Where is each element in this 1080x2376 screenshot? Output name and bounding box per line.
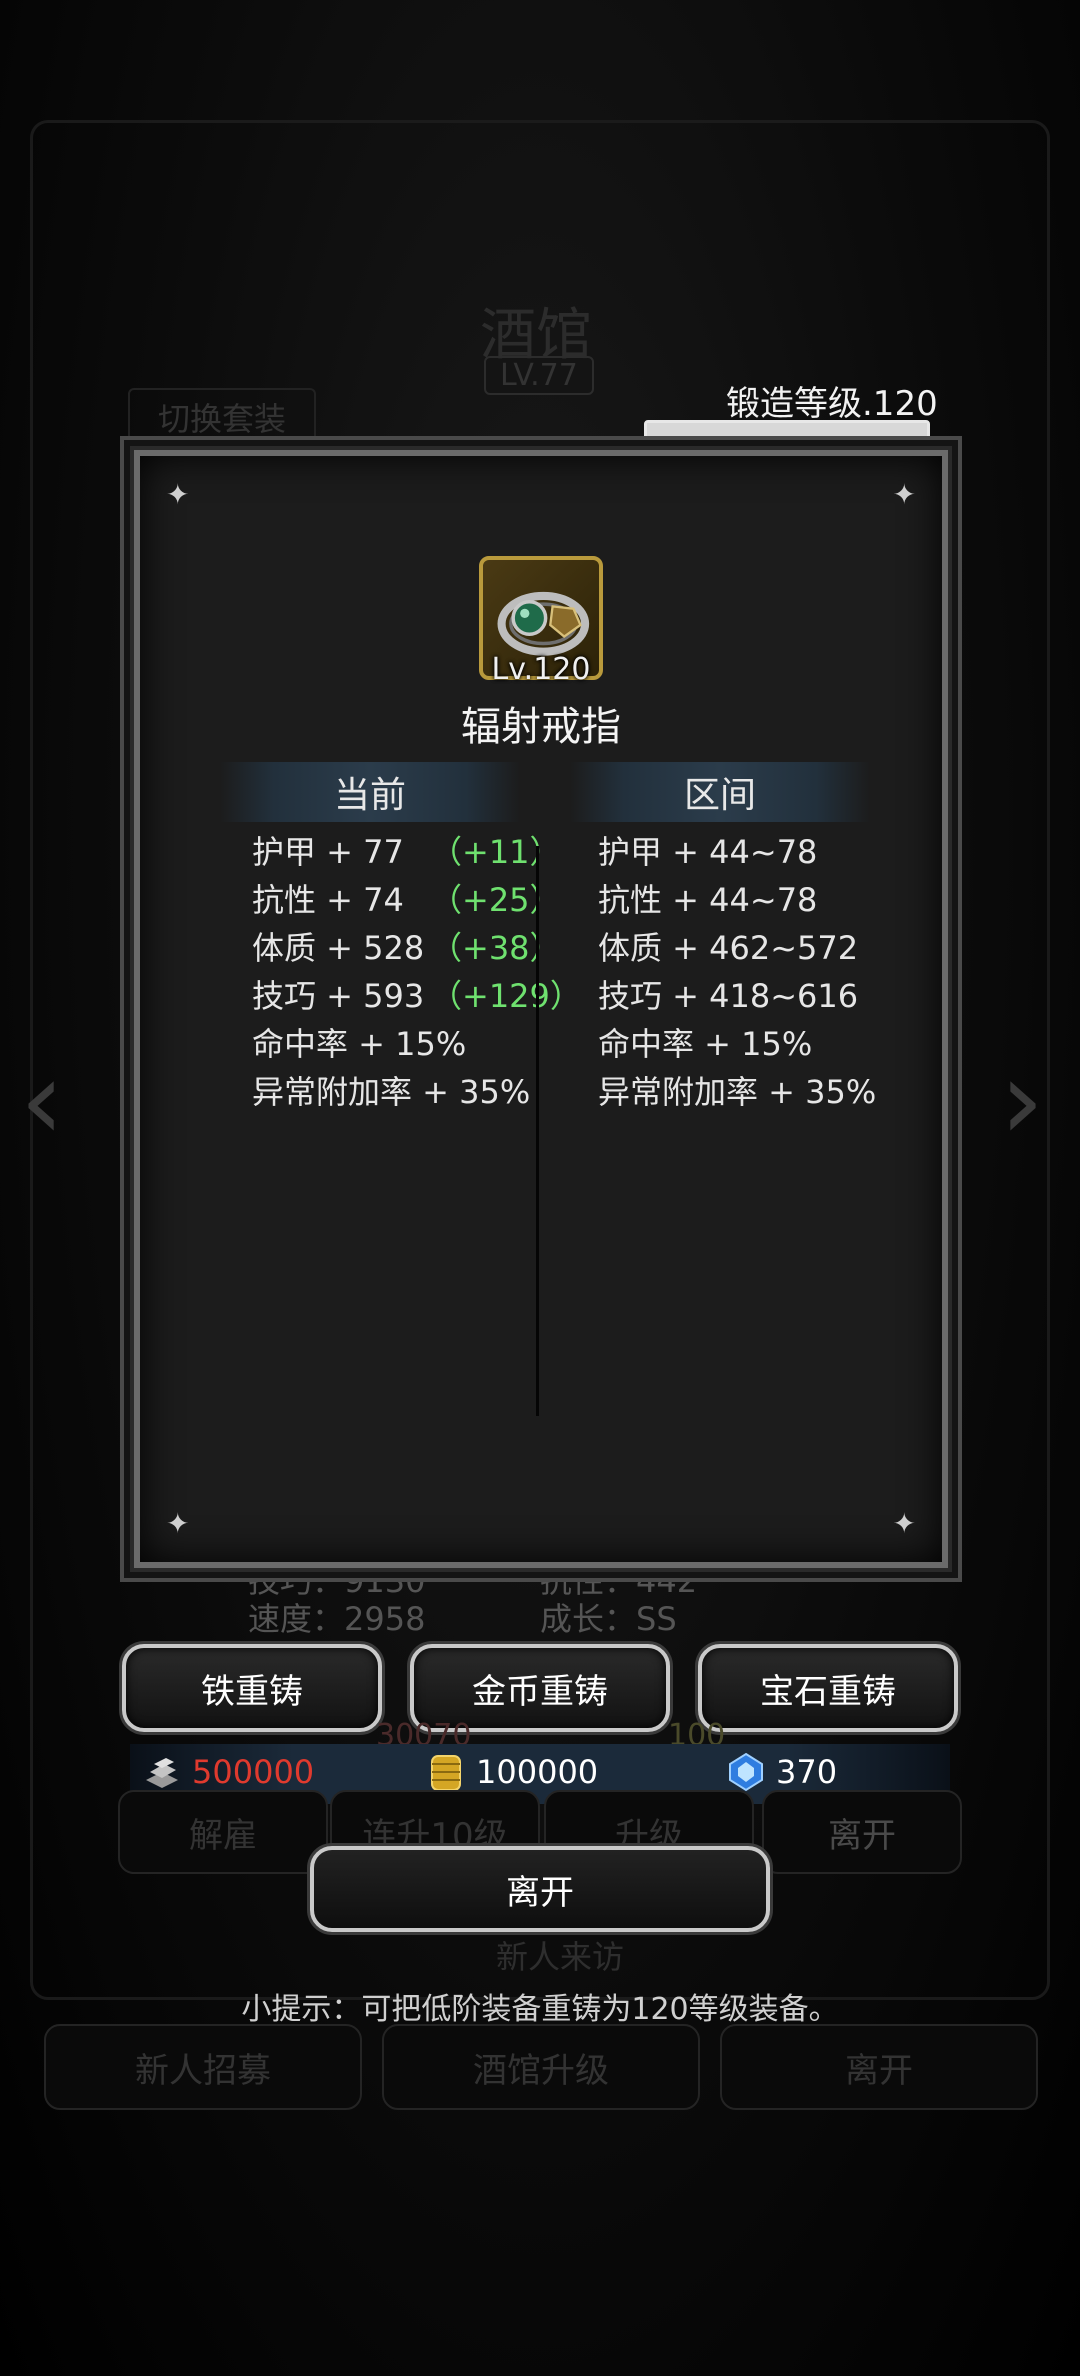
iron-amount: 500000	[192, 1753, 315, 1791]
leave-button[interactable]: 离开	[310, 1846, 770, 1932]
background-stat-speed: 速度：2958	[248, 1600, 426, 1638]
range-row: 体质 + 462~572	[598, 929, 859, 967]
current-stats-list: 护甲 + 77 （+11） 抗性 + 74 （+25） 体质 + 528 （+38） …	[252, 828, 582, 1116]
reforge-panel: ✦ ✦ ✦ ✦ Lv.120 辐射戒指 当前 区间 护甲 + 77 （+11） 抗…	[130, 446, 952, 1572]
background-level: LV.77	[484, 356, 594, 395]
background-leave-button: 离开	[762, 1790, 962, 1874]
stat-label: 护甲 + 77	[252, 833, 404, 871]
column-header-current: 当前	[220, 762, 520, 822]
background-leave-bottom-button: 离开	[720, 2024, 1038, 2110]
stat-label: 抗性 + 74	[252, 881, 404, 919]
corner-ornament-icon: ✦	[166, 1507, 190, 1540]
gold-coins-icon	[424, 1750, 468, 1794]
swap-outfit-button[interactable]: 切换套装	[128, 388, 317, 446]
stat-bonus: （+38）	[430, 929, 562, 967]
background-recruit-button: 新人招募	[44, 2024, 362, 2110]
background-stat-growth: 成长：SS	[540, 1600, 677, 1638]
stat-bonus: （+129）	[430, 977, 582, 1015]
corner-ornament-icon: ✦	[892, 478, 916, 511]
stat-row: 技巧 + 593 （+129）	[252, 972, 582, 1020]
stat-row: 抗性 + 74 （+25）	[252, 876, 582, 924]
forge-progress-fill	[647, 423, 927, 437]
iron-ingot-icon	[140, 1750, 184, 1794]
range-row: 命中率 + 15%	[598, 1025, 813, 1063]
stat-row: 命中率 + 15%	[252, 1020, 582, 1068]
next-arrow-icon[interactable]: ›	[1000, 1040, 1060, 1160]
forge-progress-bar	[644, 420, 930, 440]
gem-reforge-button[interactable]: 宝石重铸	[698, 1644, 958, 1732]
range-stats-list: 护甲 + 44~78 抗性 + 44~78 体质 + 462~572 技巧 + …	[598, 828, 876, 1116]
stat-label: 命中率 + 15%	[252, 1025, 467, 1063]
column-header-range: 区间	[570, 762, 870, 822]
item-name: 辐射戒指	[461, 704, 621, 750]
gem-amount: 370	[776, 1753, 838, 1791]
stat-bonus: （+25）	[430, 881, 562, 919]
background-dismiss-button: 解雇	[118, 1790, 328, 1874]
stat-label: 技巧 + 593	[252, 977, 425, 1015]
stat-bonus: （+11）	[430, 833, 562, 871]
stat-row: 体质 + 528 （+38）	[252, 924, 582, 972]
stat-row: 护甲 + 77 （+11）	[252, 828, 582, 876]
stat-row: 异常附加率 + 35%	[252, 1068, 582, 1116]
blue-gem-icon	[724, 1750, 768, 1794]
item-level: Lv.120	[491, 652, 591, 687]
corner-ornament-icon: ✦	[892, 1507, 916, 1540]
stat-label: 体质 + 528	[252, 929, 425, 967]
column-divider	[536, 846, 539, 1416]
background-new-visitor: 新人来访	[496, 1938, 625, 1976]
range-row: 护甲 + 44~78	[598, 833, 818, 871]
range-row: 抗性 + 44~78	[598, 881, 818, 919]
corner-ornament-icon: ✦	[166, 478, 190, 511]
gold-amount: 100000	[476, 1753, 599, 1791]
range-row: 异常附加率 + 35%	[598, 1073, 877, 1111]
stat-label: 异常附加率 + 35%	[252, 1073, 531, 1111]
prev-arrow-icon[interactable]: ‹	[20, 1040, 80, 1160]
forge-level-label: 锻造等级.120	[726, 384, 938, 424]
gold-currency: 100000	[424, 1750, 598, 1794]
range-row: 技巧 + 418~616	[598, 977, 859, 1015]
tip-text: 小提示：可把低阶装备重铸为120等级装备。	[241, 1992, 839, 2027]
background-tavern-upgrade-button: 酒馆升级	[382, 2024, 700, 2110]
iron-reforge-button[interactable]: 铁重铸	[122, 1644, 382, 1732]
iron-currency: 500000	[140, 1750, 314, 1794]
gem-currency: 370	[724, 1750, 837, 1794]
